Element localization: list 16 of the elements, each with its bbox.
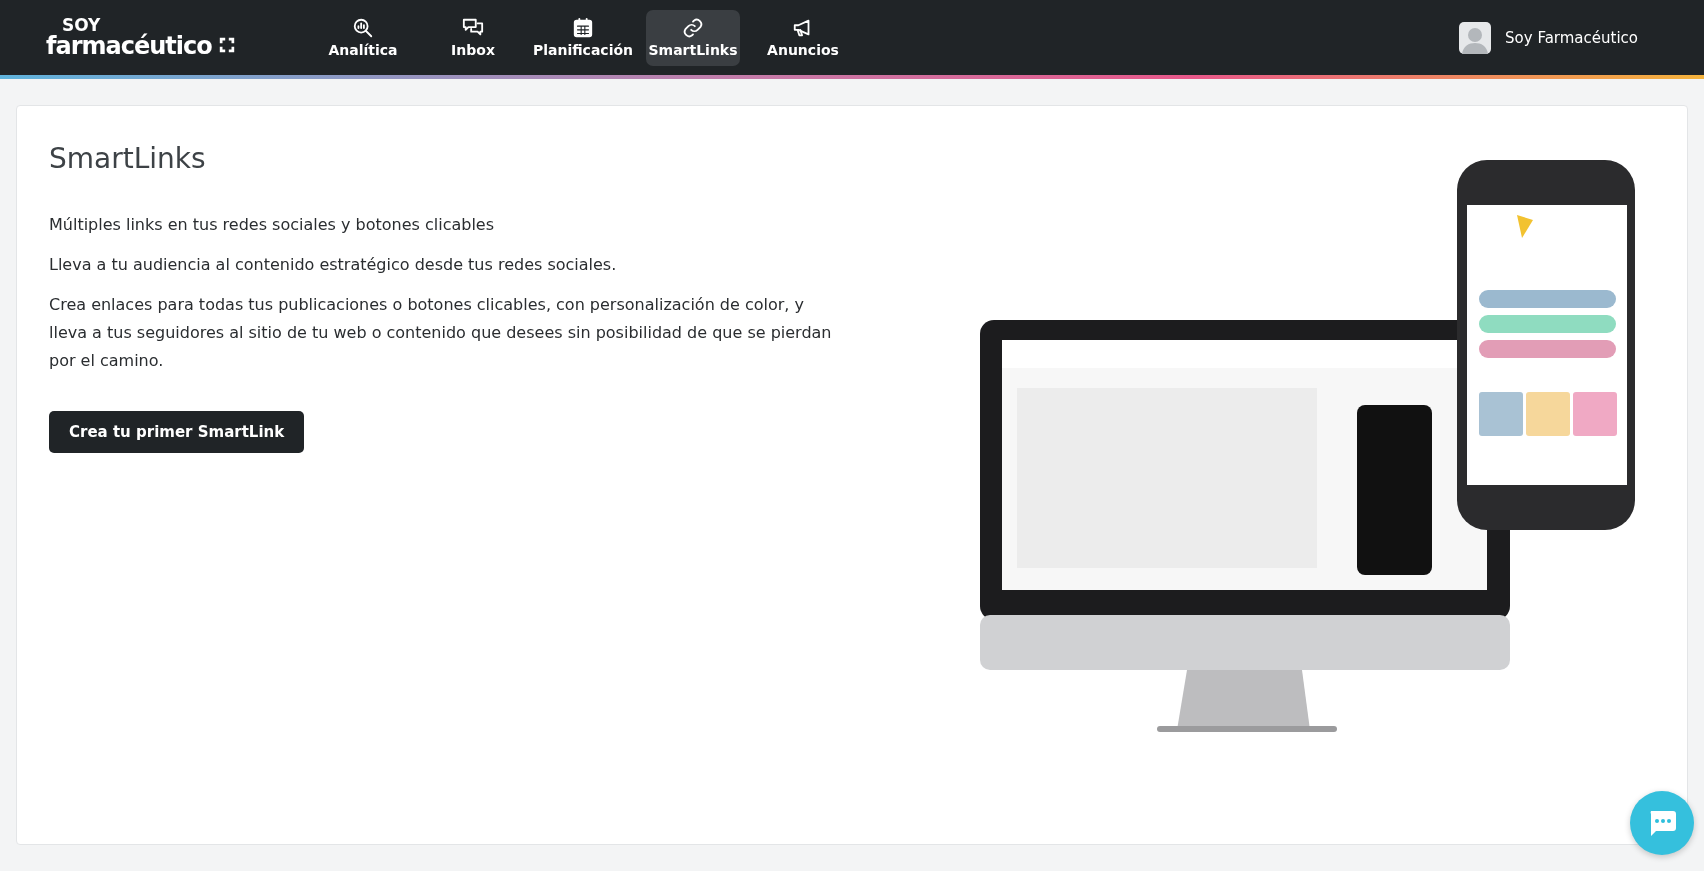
page-title: SmartLinks [49,142,207,175]
paragraph: Múltiples links en tus redes sociales y botones clicables [49,214,495,236]
nav-tab[interactable]: Planificación [536,9,630,66]
avatar-icon[interactable] [1459,21,1492,54]
nav-tab[interactable]: Analítica [316,9,410,66]
nav-tab[interactable]: SmartLinks [646,9,740,66]
calendar-icon [572,17,594,39]
nav-tab[interactable]: Inbox [426,9,520,66]
create-smartlink-button[interactable]: Crea tu primer SmartLink [49,411,305,453]
link-icon [682,17,704,39]
paragraph: Crea enlaces para todas tus publicaciones o botones clicables, con personalización de color, y lleva a tus seguidores al sitio de tu web o contenido que desees sin posibilidad de que se pierdan por el camino. [49,294,833,372]
chart-search-icon [352,17,374,39]
user-name[interactable]: Soy Farmacéutico [1505,28,1638,47]
paragraph: Lleva a tu audiencia al contenido estratégico desde tus redes sociales. [49,254,618,276]
brand-logo[interactable]: SOY farmacéutico [46,17,236,58]
nav-tab[interactable]: Anuncios [756,9,850,66]
